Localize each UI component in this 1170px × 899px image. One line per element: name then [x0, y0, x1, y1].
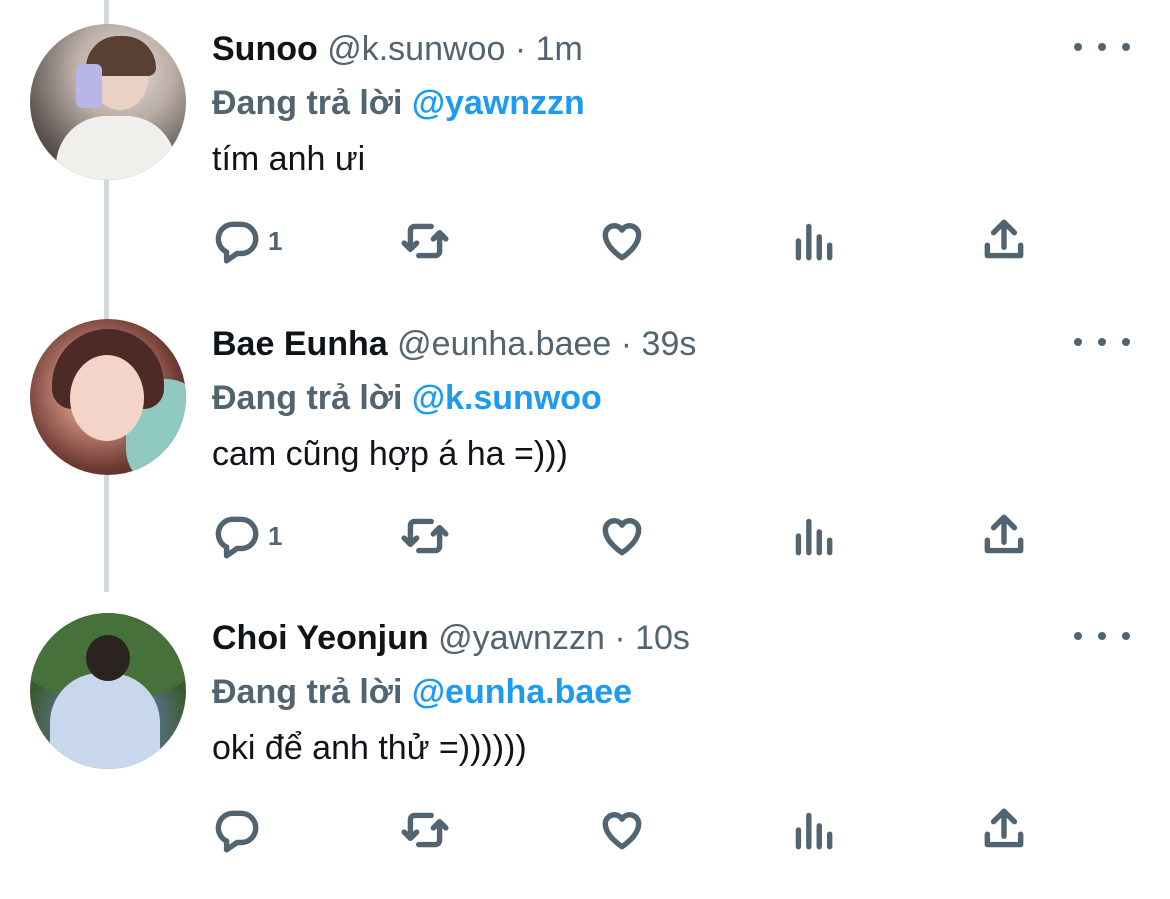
- timestamp[interactable]: · 39s: [621, 325, 697, 363]
- mention-link[interactable]: @k.sunwoo: [412, 379, 602, 417]
- tweet-header: Sunoo @k.sunwoo · 1m: [212, 20, 1130, 78]
- more-icon[interactable]: [1074, 327, 1130, 357]
- reply-button[interactable]: [212, 805, 268, 855]
- avatar[interactable]: [30, 319, 186, 475]
- tweet-text: oki để anh thử =)))))): [212, 729, 527, 767]
- avatar[interactable]: [30, 24, 186, 180]
- retweet-button[interactable]: [400, 511, 450, 561]
- share-icon: [984, 808, 1024, 848]
- views-button[interactable]: [788, 216, 838, 266]
- user-handle[interactable]: @yawnzzn: [438, 619, 605, 657]
- share-button[interactable]: [979, 805, 1029, 855]
- tweet-text: tím anh ưi: [212, 140, 366, 178]
- display-name[interactable]: Bae Eunha: [212, 325, 388, 363]
- reply-count: 1: [268, 225, 283, 256]
- reply-icon: [215, 516, 259, 559]
- mention-link[interactable]: @eunha.baee: [412, 673, 632, 711]
- reply-icon: [215, 810, 259, 853]
- like-button[interactable]: [597, 511, 647, 561]
- timestamp[interactable]: · 1m: [515, 30, 583, 68]
- display-name[interactable]: Sunoo: [212, 30, 318, 68]
- more-icon[interactable]: [1074, 32, 1130, 62]
- replying-to: Đang trả lời @yawnzzn: [212, 78, 1130, 128]
- retweet-icon: [401, 518, 449, 554]
- replying-to: Đang trả lời @k.sunwoo: [212, 373, 1130, 423]
- views-icon: [795, 518, 833, 556]
- tweet-header: Bae Eunha @eunha.baee · 39s: [212, 315, 1130, 373]
- replying-to-label: Đang trả lời: [212, 673, 403, 711]
- retweet-icon: [401, 223, 449, 259]
- more-icon[interactable]: [1074, 621, 1130, 651]
- reply-button[interactable]: 1: [212, 216, 282, 266]
- tweet-text: cam cũng hợp á ha =))): [212, 435, 568, 473]
- views-button[interactable]: [788, 511, 838, 561]
- share-icon: [984, 514, 1024, 554]
- retweet-button[interactable]: [400, 805, 450, 855]
- mention-link[interactable]: @yawnzzn: [412, 84, 585, 122]
- replying-to: Đang trả lời @eunha.baee: [212, 667, 1130, 717]
- action-bar: [212, 805, 1052, 855]
- views-icon: [795, 223, 833, 261]
- user-handle[interactable]: @k.sunwoo: [327, 30, 505, 68]
- views-button[interactable]: [788, 805, 838, 855]
- share-icon: [984, 219, 1024, 259]
- replying-to-label: Đang trả lời: [212, 379, 403, 417]
- tweet[interactable]: Sunoo @k.sunwoo · 1m Đang trả lời @yawnz…: [0, 20, 1170, 310]
- user-handle[interactable]: @eunha.baee: [397, 325, 611, 363]
- reply-icon: [215, 221, 259, 264]
- retweet-icon: [401, 812, 449, 848]
- like-button[interactable]: [597, 805, 647, 855]
- like-button[interactable]: [597, 216, 647, 266]
- replying-to-label: Đang trả lời: [212, 84, 403, 122]
- heart-icon: [602, 518, 642, 556]
- reply-button[interactable]: 1: [212, 511, 282, 561]
- retweet-button[interactable]: [400, 216, 450, 266]
- share-button[interactable]: [979, 216, 1029, 266]
- views-icon: [795, 812, 833, 850]
- tweet[interactable]: Choi Yeonjun @yawnzzn · 10s Đang trả lời…: [0, 609, 1170, 899]
- display-name[interactable]: Choi Yeonjun: [212, 619, 429, 657]
- share-button[interactable]: [979, 511, 1029, 561]
- heart-icon: [602, 223, 642, 261]
- action-bar: 1: [212, 216, 1052, 266]
- action-bar: 1: [212, 511, 1052, 561]
- avatar[interactable]: [30, 613, 186, 769]
- heart-icon: [602, 812, 642, 850]
- timestamp[interactable]: · 10s: [614, 619, 690, 657]
- reply-count: 1: [268, 520, 283, 551]
- tweet-header: Choi Yeonjun @yawnzzn · 10s: [212, 609, 1130, 667]
- tweet[interactable]: Bae Eunha @eunha.baee · 39s Đang trả lời…: [0, 315, 1170, 605]
